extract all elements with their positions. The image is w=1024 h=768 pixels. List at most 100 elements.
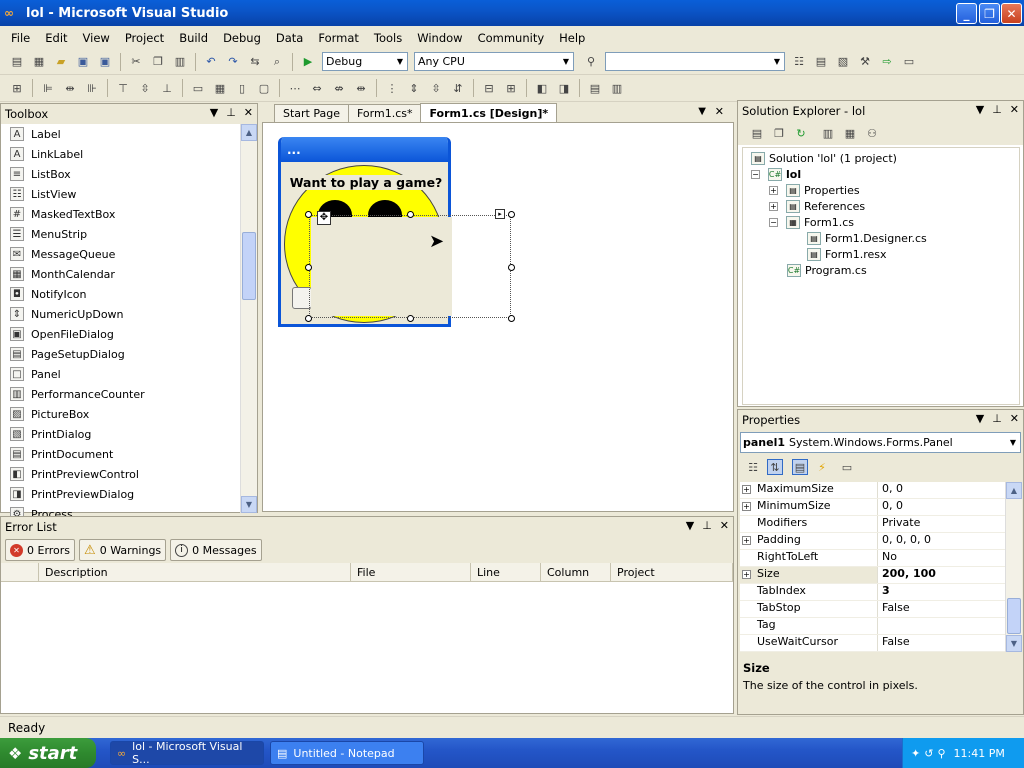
toolbox-item[interactable]: A LinkLabel <box>1 144 257 164</box>
collapse-icon[interactable]: − <box>769 218 778 227</box>
navigate-icon[interactable]: ⇆ <box>247 54 263 70</box>
window-position-icon[interactable]: ▼ <box>686 519 694 532</box>
save-icon[interactable]: ▣ <box>75 54 91 70</box>
close-panel-icon[interactable]: ✕ <box>244 106 253 119</box>
resize-handle-w[interactable] <box>305 264 312 271</box>
minimize-button[interactable]: _ <box>956 3 977 24</box>
property-row[interactable]: + MaximumSize 0, 0 <box>740 482 1022 499</box>
make-same-size-icon[interactable]: ▢ <box>256 80 272 96</box>
start-debugging-icon[interactable]: ▶ <box>300 54 316 70</box>
bring-to-front-icon[interactable]: ◧ <box>534 80 550 96</box>
alphabetical-icon[interactable]: ⇅ <box>767 459 783 475</box>
toolbox-item[interactable]: ▤ PageSetupDialog <box>1 344 257 364</box>
cut-icon[interactable]: ✂ <box>128 54 144 70</box>
properties-view-icon[interactable]: ▤ <box>792 459 808 475</box>
find-in-files-icon[interactable]: ⚲ <box>583 54 599 70</box>
undo-icon[interactable]: ↶ <box>203 54 219 70</box>
column-line[interactable]: Line <box>471 563 541 581</box>
tray-update-icon[interactable]: ↺ <box>924 747 933 760</box>
toolbox-item[interactable]: ≡ ListBox <box>1 164 257 184</box>
toolbox-item[interactable]: A Label <box>1 124 257 144</box>
scroll-thumb[interactable] <box>1007 598 1021 634</box>
categorized-icon[interactable]: ☷ <box>745 459 761 475</box>
toolbox-item[interactable]: ◧ PrintPreviewControl <box>1 464 257 484</box>
property-row[interactable]: TabIndex 3 <box>740 584 1022 601</box>
close-panel-icon[interactable]: ✕ <box>720 519 729 532</box>
scroll-up-icon[interactable]: ▲ <box>241 124 257 141</box>
property-row[interactable]: + MinimumSize 0, 0 <box>740 499 1022 516</box>
view-code-icon[interactable]: ▥ <box>820 125 836 141</box>
toolbox-scrollbar[interactable]: ▲ ▼ <box>240 124 257 513</box>
active-files-icon[interactable]: ▼ <box>698 106 706 117</box>
property-row[interactable]: + Size 200, 100 <box>740 567 1022 584</box>
toolbox-icon[interactable]: ⚒ <box>857 54 873 70</box>
platform-select[interactable]: Any CPU ▼ <box>414 52 574 71</box>
find-icon[interactable]: ⌕ <box>269 54 285 70</box>
toolbox-item[interactable]: ☰ MenuStrip <box>1 224 257 244</box>
auto-hide-pin-icon[interactable]: ⊥ <box>226 106 236 119</box>
property-value[interactable]: 200, 100 <box>877 567 1022 583</box>
toolbox-item[interactable]: ▤ PrintDocument <box>1 444 257 464</box>
resize-handle-ne[interactable] <box>508 211 515 218</box>
toolbox-item[interactable]: ▦ MonthCalendar <box>1 264 257 284</box>
warnings-filter-button[interactable]: ⚠ 0 Warnings <box>79 539 167 561</box>
column-description[interactable]: Description <box>39 563 351 581</box>
tree-item-solution[interactable]: ▤ Solution 'lol' (1 project) <box>751 152 897 165</box>
expand-icon[interactable]: + <box>742 485 751 494</box>
errors-filter-button[interactable]: ✕ 0 Errors <box>5 539 76 561</box>
resize-handle-s[interactable] <box>407 315 414 322</box>
toolbox-item[interactable]: ☷ ListView <box>1 184 257 204</box>
remove-v-spacing-icon[interactable]: ⇵ <box>450 80 466 96</box>
property-value[interactable]: 0, 0 <box>877 499 1022 515</box>
properties-icon[interactable]: ▤ <box>749 125 765 141</box>
property-row[interactable]: UseWaitCursor False <box>740 635 1022 652</box>
close-panel-icon[interactable]: ✕ <box>1010 103 1019 116</box>
taskbar-item-notepad[interactable]: ▤ Untitled - Notepad <box>270 741 424 765</box>
resize-handle-e[interactable] <box>508 264 515 271</box>
new-project-icon[interactable]: ▤ <box>9 54 25 70</box>
increase-h-spacing-icon[interactable]: ⇔ <box>309 80 325 96</box>
lock-controls-icon[interactable]: ▤ <box>587 80 603 96</box>
tab-order-icon[interactable]: ▥ <box>609 80 625 96</box>
save-all-icon[interactable]: ▣ <box>97 54 113 70</box>
toolbox-item[interactable]: # MaskedTextBox <box>1 204 257 224</box>
solution-explorer-icon[interactable]: ☷ <box>791 54 807 70</box>
property-row[interactable]: Modifiers Private <box>740 516 1022 533</box>
start-page-icon[interactable]: ⇨ <box>879 54 895 70</box>
properties-scrollbar[interactable]: ▲ ▼ <box>1005 482 1022 652</box>
refresh-icon[interactable]: ↻ <box>793 125 809 141</box>
tray-search-icon[interactable]: ⚲ <box>937 747 945 760</box>
center-vertically-icon[interactable]: ⊞ <box>503 80 519 96</box>
make-same-height-icon[interactable]: ▯ <box>234 80 250 96</box>
expand-icon[interactable]: + <box>769 186 778 195</box>
start-button[interactable]: ❖ start <box>0 738 96 768</box>
tab-start-page[interactable]: Start Page <box>274 104 349 122</box>
smart-tag-icon[interactable]: ▸ <box>495 209 505 219</box>
panel1-selection[interactable] <box>309 215 511 318</box>
configuration-select[interactable]: Debug ▼ <box>322 52 408 71</box>
events-icon[interactable]: ⚡ <box>814 459 830 475</box>
tree-item-references[interactable]: + ▤ References <box>769 200 865 213</box>
tree-item-form1[interactable]: − ▦ Form1.cs <box>769 216 854 229</box>
scroll-down-icon[interactable]: ▼ <box>1006 635 1022 652</box>
property-value[interactable]: False <box>877 635 1022 651</box>
property-value[interactable]: 0, 0 <box>877 482 1022 498</box>
expand-icon[interactable]: + <box>769 202 778 211</box>
view-designer-icon[interactable]: ▦ <box>842 125 858 141</box>
menu-edit[interactable]: Edit <box>38 29 75 47</box>
horizontal-spacing-icon[interactable]: ⋯ <box>287 80 303 96</box>
show-all-files-icon[interactable]: ❐ <box>771 125 787 141</box>
menu-tools[interactable]: Tools <box>367 29 410 47</box>
center-horizontally-icon[interactable]: ⊟ <box>481 80 497 96</box>
more-windows-icon[interactable]: ▭ <box>901 54 917 70</box>
property-value[interactable]: Private <box>877 516 1022 532</box>
tab-form1-design[interactable]: Form1.cs [Design]* <box>420 103 558 122</box>
toolbox-item[interactable]: □ Panel <box>1 364 257 384</box>
object-browser-icon[interactable]: ▧ <box>835 54 851 70</box>
menu-format[interactable]: Format <box>311 29 367 47</box>
align-bottoms-icon[interactable]: ⊥ <box>159 80 175 96</box>
scroll-thumb[interactable] <box>242 232 256 300</box>
auto-hide-pin-icon[interactable]: ⊥ <box>992 103 1002 116</box>
increase-v-spacing-icon[interactable]: ⇕ <box>406 80 422 96</box>
menu-build[interactable]: Build <box>172 29 216 47</box>
